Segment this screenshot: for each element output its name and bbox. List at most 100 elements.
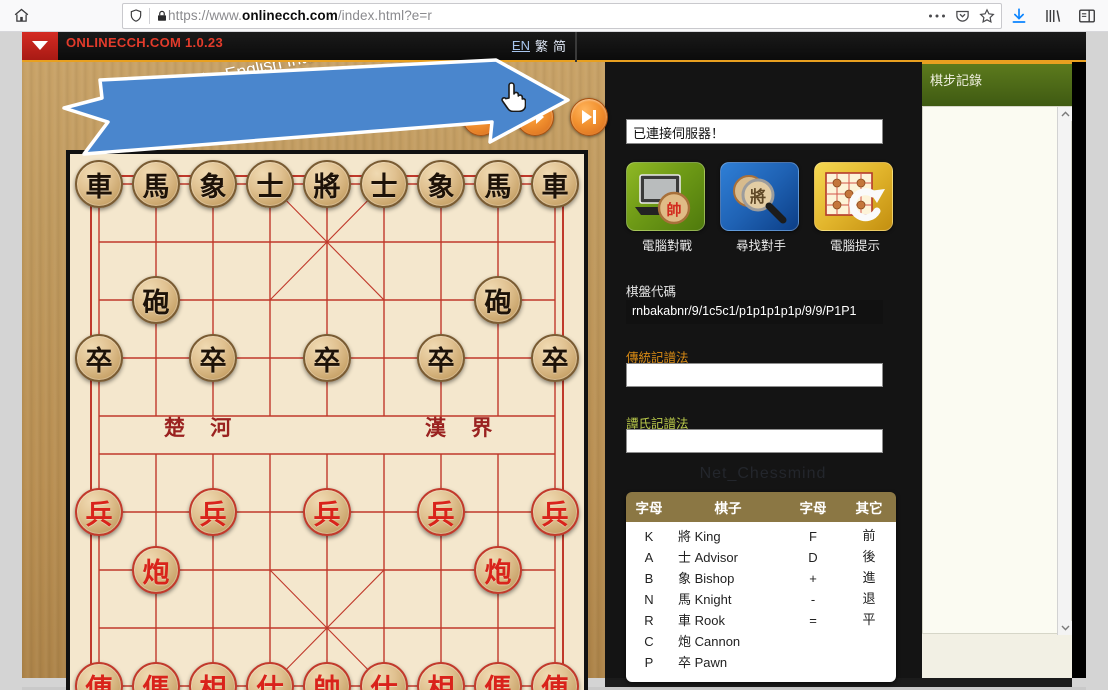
piece-black[interactable]: 砲: [132, 276, 180, 324]
legend-other: 退: [862, 592, 876, 607]
legend-other: [842, 653, 896, 674]
piece-black[interactable]: 卒: [75, 334, 123, 382]
piece-black[interactable]: 砲: [474, 276, 522, 324]
svg-text:將: 將: [750, 187, 766, 206]
legend-other: 進: [862, 571, 876, 586]
action-computer-match[interactable]: 帥 電腦對戰: [626, 162, 708, 254]
legend-row: A 士 Advisor D 後: [626, 548, 896, 569]
control-panel: 已連接伺服器！ 帥 電腦對戰 將 尋找對手 電腦提示 棋盤代碼 rnbakabn…: [605, 62, 922, 682]
scroll-up-icon[interactable]: [1058, 107, 1072, 121]
legend-piece: 士 Advisor: [678, 550, 738, 566]
board-hint-refresh-icon: [814, 162, 893, 231]
piece-black[interactable]: 馬: [132, 160, 180, 208]
home-icon: [13, 7, 30, 24]
piece-red[interactable]: 兵: [303, 488, 351, 536]
scroll-down-icon[interactable]: [1058, 621, 1072, 635]
action-find-opponent[interactable]: 將 尋找對手: [720, 162, 802, 254]
traditional-notation-input[interactable]: [626, 363, 883, 387]
star-icon[interactable]: [979, 7, 995, 24]
legend-other: 後: [862, 550, 876, 565]
piece-black[interactable]: 象: [417, 160, 465, 208]
piece-red[interactable]: 炮: [474, 546, 522, 594]
address-bar[interactable]: https://www.onlinecch.com/index.html?e=r: [122, 2, 1002, 29]
legend-piece: 馬 Knight: [678, 592, 732, 608]
piece-black[interactable]: 士: [246, 160, 294, 208]
legend-row: R 車 Rook = 平: [626, 611, 896, 632]
legend-letter2: [784, 653, 842, 674]
piece-black[interactable]: 車: [531, 160, 579, 208]
lang-english-link[interactable]: EN: [512, 38, 530, 53]
magnifier-find-opponent-icon: 將: [720, 162, 799, 231]
legend-letter: N: [644, 592, 654, 607]
download-icon[interactable]: [1010, 7, 1028, 25]
playback-controls: [462, 98, 608, 136]
action-label: 尋找對手: [735, 239, 786, 253]
ellipsis-icon[interactable]: [928, 13, 946, 19]
piece-black[interactable]: 卒: [531, 334, 579, 382]
legend-row: B 象 Bishop + 進: [626, 569, 896, 590]
river-label-right: 漢 界: [425, 415, 502, 440]
legend-letter2: F: [809, 529, 817, 544]
legend-other: 前: [862, 529, 876, 544]
library-icon[interactable]: [1044, 7, 1062, 25]
tan-notation-input[interactable]: [626, 429, 883, 453]
page-right-gutter: [1086, 32, 1108, 690]
piece-black[interactable]: 卒: [303, 334, 351, 382]
action-label: 電腦提示: [829, 239, 880, 253]
piece-red[interactable]: 兵: [417, 488, 465, 536]
sidebar-icon[interactable]: [1078, 8, 1096, 24]
urlbar-divider: [149, 7, 150, 24]
legend-letter: C: [644, 634, 654, 649]
legend-letter2: =: [809, 613, 817, 628]
server-status-text: 已連接伺服器！: [626, 119, 883, 144]
action-label: 電腦對戰: [641, 239, 692, 253]
legend-header-letter: 字母: [635, 501, 663, 517]
action-computer-hint[interactable]: 電腦提示: [814, 162, 896, 254]
play-button[interactable]: [462, 98, 500, 136]
river-label-left: 楚 河: [164, 415, 241, 440]
legend-header-piece: 棋子: [714, 501, 742, 517]
legend-row: P 卒 Pawn: [626, 653, 896, 674]
mouse-cursor-hand-icon: [501, 82, 526, 112]
piece-black[interactable]: 車: [75, 160, 123, 208]
legend-letter: A: [644, 550, 654, 565]
piece-black[interactable]: 馬: [474, 160, 522, 208]
piece-black[interactable]: 卒: [417, 334, 465, 382]
legend-header-letter2: 字母: [799, 501, 827, 517]
piece-black[interactable]: 卒: [189, 334, 237, 382]
notation-legend-table: 字母 棋子 字母 其它 K 將 King F 前 A 士 Advisor D 後 B 象 Bish…: [626, 492, 896, 682]
fen-code-label: 棋盤代碼: [626, 285, 677, 299]
lock-icon[interactable]: [156, 9, 168, 23]
shield-icon[interactable]: [129, 8, 143, 23]
legend-piece: 將 King: [678, 529, 721, 545]
move-record-title: 棋步記錄: [922, 64, 1072, 106]
home-button[interactable]: [4, 2, 38, 30]
svg-text:帥: 帥: [666, 201, 681, 219]
piece-black[interactable]: 將: [303, 160, 351, 208]
piece-black[interactable]: 象: [189, 160, 237, 208]
menu-toggle-button[interactable]: [22, 32, 58, 60]
pocket-icon[interactable]: [955, 8, 970, 23]
app-brand-title: ONLINECCH.COM 1.0.23: [66, 35, 223, 50]
legend-letter2: [784, 632, 842, 653]
app-header: ONLINECCH.COM 1.0.23 EN 繁 简: [22, 32, 1086, 62]
url-text[interactable]: https://www.onlinecch.com/index.html?e=r: [168, 8, 922, 23]
piece-red[interactable]: 兵: [531, 488, 579, 536]
piece-red[interactable]: 兵: [189, 488, 237, 536]
browser-toolbar: https://www.onlinecch.com/index.html?e=r: [0, 0, 1108, 32]
fen-code-input[interactable]: rnbakabnr/9/1c5c1/p1p1p1p1p/9/9/P1P1: [626, 300, 883, 324]
piece-red[interactable]: 炮: [132, 546, 180, 594]
legend-body: K 將 King F 前 A 士 Advisor D 後 B 象 Bishop + 進 N 馬 Knigh…: [626, 522, 896, 682]
lang-simplified-link[interactable]: 简: [553, 36, 566, 55]
move-record-list[interactable]: [922, 106, 1072, 635]
move-record-scrollbar[interactable]: [1057, 107, 1072, 635]
lang-traditional-link[interactable]: 繁: [535, 36, 548, 55]
piece-red[interactable]: 兵: [75, 488, 123, 536]
piece-black[interactable]: 士: [360, 160, 408, 208]
language-switcher: EN 繁 简: [512, 36, 566, 55]
xiangqi-board[interactable]: 楚 河 漢 界 車馬象士將士象馬車砲砲卒卒卒卒卒兵兵兵兵兵炮炮俥傌相仕帥仕相傌俥: [66, 150, 588, 690]
legend-piece: 車 Rook: [678, 613, 725, 629]
legend-letter2: D: [808, 550, 818, 565]
laptop-vs-computer-icon: 帥: [626, 162, 705, 231]
skip-end-button[interactable]: [570, 98, 608, 136]
